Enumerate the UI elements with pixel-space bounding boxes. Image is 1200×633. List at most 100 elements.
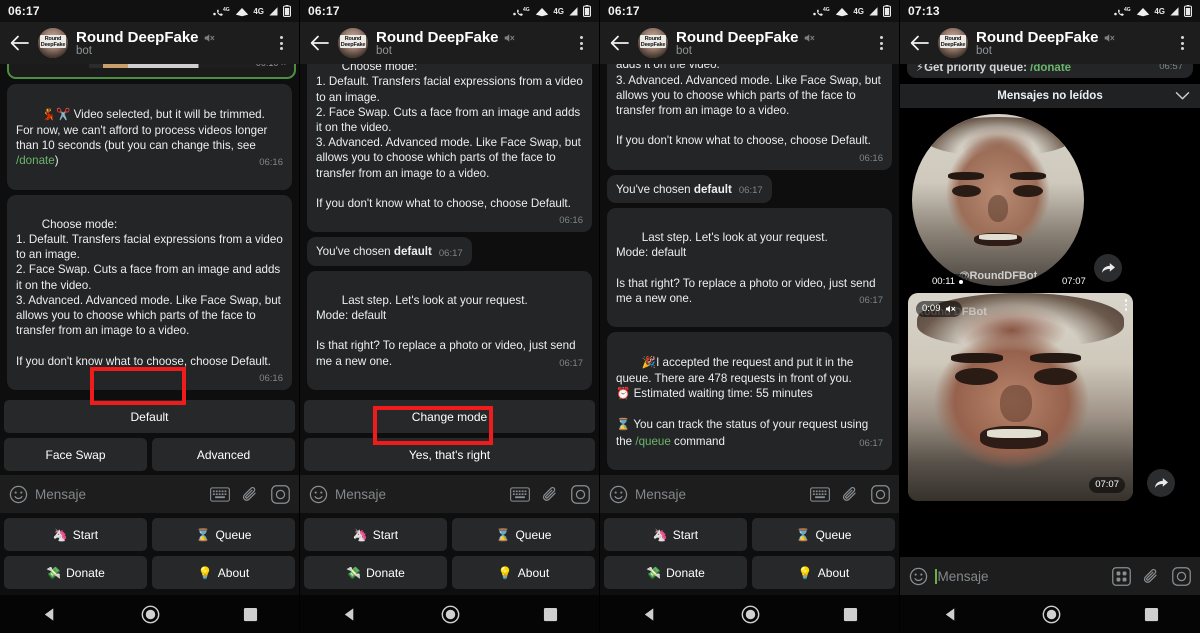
reply-button-advanced[interactable]: Advanced — [152, 438, 295, 471]
chat-title-block[interactable]: Round DeepFake bot — [376, 29, 563, 57]
queue-command-link[interactable]: /queue — [635, 435, 670, 448]
reply-button-default[interactable]: Default — [4, 400, 295, 433]
video-message[interactable]: Round DFBot 0:09 07:07 — [900, 293, 1200, 501]
round-video-message[interactable]: @RoundDFBot 00:11 07:07 — [900, 114, 1200, 290]
message-list[interactable]: ⚡Get priority queue: /donate 06:57 Mensa… — [900, 64, 1200, 557]
android-nav-bar[interactable] — [300, 595, 599, 633]
reply-keyboard[interactable]: Default Face Swap Advanced — [0, 395, 299, 475]
reply-keyboard[interactable]: Change mode Yes, that's right — [300, 395, 599, 475]
nav-recents-square-icon[interactable] — [543, 607, 558, 622]
kebab-menu-icon[interactable] — [1172, 33, 1192, 53]
kebab-menu-icon[interactable] — [871, 33, 891, 53]
smiley-icon[interactable] — [309, 485, 328, 504]
round-video-thumbnail[interactable]: @RoundDFBot — [912, 114, 1084, 286]
kebab-menu-icon[interactable] — [271, 33, 291, 53]
message-bubble[interactable]: 💃✂️ Video selected, but it will be trimm… — [7, 84, 292, 190]
video-preview-cutoff[interactable]: 00:10 × — [7, 64, 296, 80]
message-list[interactable]: 2. Face Swap. Cuts a face from an image … — [600, 64, 899, 475]
chat-title-block[interactable]: Round DeepFake bot — [76, 29, 263, 57]
command-button-start[interactable]: 🦄 Start — [304, 518, 447, 551]
search-input[interactable]: Mensaje — [938, 569, 989, 584]
camera-icon[interactable] — [1172, 566, 1191, 586]
camera-icon[interactable] — [271, 484, 290, 504]
nav-recents-square-icon[interactable] — [1144, 607, 1159, 622]
android-nav-bar[interactable] — [0, 595, 299, 633]
avatar[interactable]: Round DeepFake — [638, 28, 668, 58]
android-nav-bar[interactable] — [900, 595, 1200, 633]
message-bubble[interactable]: Choose mode: 1. Default. Transfers facia… — [307, 64, 592, 233]
message-bubble[interactable]: 2. Face Swap. Cuts a face from an image … — [607, 64, 892, 170]
avatar[interactable]: Round DeepFake — [938, 28, 968, 58]
smiley-icon[interactable] — [9, 485, 28, 504]
nav-home-circle-icon[interactable] — [1042, 605, 1061, 624]
nav-recents-square-icon[interactable] — [243, 607, 258, 622]
command-button-queue[interactable]: ⌛ Queue — [452, 518, 595, 551]
command-button-about[interactable]: 💡 About — [752, 556, 895, 589]
smiley-icon[interactable] — [609, 485, 628, 504]
keyboard-icon[interactable] — [810, 486, 830, 502]
back-arrow-icon[interactable] — [8, 32, 30, 54]
forward-arrow-icon[interactable] — [1094, 254, 1122, 282]
command-button-about[interactable]: 💡 About — [152, 556, 295, 589]
keyboard-icon[interactable] — [210, 486, 230, 502]
forward-arrow-icon[interactable] — [1147, 469, 1175, 497]
command-button-queue[interactable]: ⌛ Queue — [752, 518, 895, 551]
command-buttons[interactable]: 🦄 Start ⌛ Queue 💸 Donate 💡 About — [300, 513, 599, 595]
search-input[interactable]: Mensaje — [335, 487, 386, 502]
chat-title-block[interactable]: Round DeepFake bot — [976, 29, 1164, 57]
kebab-menu-icon[interactable] — [1124, 299, 1127, 311]
message-input-bar[interactable]: Mensaje — [300, 475, 599, 513]
search-input[interactable]: Mensaje — [635, 487, 686, 502]
nav-home-circle-icon[interactable] — [141, 605, 160, 624]
command-button-start[interactable]: 🦄 Start — [604, 518, 747, 551]
message-bubble-partial[interactable]: ⚡Get priority queue: /donate 06:57 — [907, 64, 1193, 78]
message-bubble[interactable]: Choose mode: 1. Default. Transfers facia… — [7, 194, 292, 390]
video-thumbnail[interactable]: Round DFBot 0:09 07:07 — [908, 293, 1133, 501]
nav-recents-square-icon[interactable] — [843, 607, 858, 622]
nav-home-circle-icon[interactable] — [741, 605, 760, 624]
message-bubble[interactable]: You've chosen default 06:17 — [607, 174, 772, 203]
paperclip-icon[interactable] — [1143, 567, 1160, 586]
nav-home-circle-icon[interactable] — [441, 605, 460, 624]
command-buttons[interactable]: 🦄 Start ⌛ Queue 💸 Donate 💡 About — [0, 513, 299, 595]
nav-back-triangle-icon[interactable] — [341, 606, 358, 623]
camera-icon[interactable] — [871, 484, 890, 504]
avatar[interactable]: Round DeepFake — [38, 28, 68, 58]
reply-button-yes-thats-right[interactable]: Yes, that's right — [304, 438, 595, 471]
reply-button-change-mode[interactable]: Change mode — [304, 400, 595, 433]
smiley-icon[interactable] — [909, 567, 928, 586]
donate-command-link[interactable]: /donate — [1030, 64, 1071, 74]
command-button-queue[interactable]: ⌛ Queue — [152, 518, 295, 551]
back-arrow-icon[interactable] — [908, 32, 930, 54]
message-list[interactable]: 00:10 × 💃✂️ Video selected, but it will … — [0, 64, 299, 395]
reply-button-face-swap[interactable]: Face Swap — [4, 438, 147, 471]
message-input-bar[interactable]: Mensaje — [900, 557, 1200, 595]
message-input-bar[interactable]: Mensaje — [600, 475, 899, 513]
command-button-about[interactable]: 💡 About — [452, 556, 595, 589]
kebab-menu-icon[interactable] — [571, 33, 591, 53]
command-buttons[interactable]: 🦄 Start ⌛ Queue 💸 Donate 💡 About — [600, 513, 899, 595]
donate-command-link[interactable]: /donate — [16, 154, 55, 167]
message-list[interactable]: Choose mode: 1. Default. Transfers facia… — [300, 64, 599, 395]
back-arrow-icon[interactable] — [608, 32, 630, 54]
message-bubble-queue-accepted[interactable]: 🎉I accepted the request and put it in th… — [607, 332, 892, 470]
avatar[interactable]: Round DeepFake — [338, 28, 368, 58]
command-button-donate[interactable]: 💸 Donate — [4, 556, 147, 589]
command-button-donate[interactable]: 💸 Donate — [304, 556, 447, 589]
command-button-start[interactable]: 🦄 Start — [4, 518, 147, 551]
nav-back-triangle-icon[interactable] — [641, 606, 658, 623]
message-bubble[interactable]: You've chosen default 06:17 — [307, 237, 472, 266]
chevron-down-icon[interactable] — [1175, 92, 1190, 101]
paperclip-icon[interactable] — [542, 485, 559, 504]
paperclip-icon[interactable] — [242, 485, 259, 504]
chat-title-block[interactable]: Round DeepFake bot — [676, 29, 863, 57]
nav-back-triangle-icon[interactable] — [41, 606, 58, 623]
camera-icon[interactable] — [571, 484, 590, 504]
message-input-bar[interactable]: Mensaje — [0, 475, 299, 513]
command-button-donate[interactable]: 💸 Donate — [604, 556, 747, 589]
paperclip-icon[interactable] — [842, 485, 859, 504]
keyboard-icon[interactable] — [510, 486, 530, 502]
message-bubble[interactable]: Last step. Let's look at your request. M… — [607, 207, 892, 328]
apps-grid-icon[interactable] — [1112, 566, 1131, 586]
unread-messages-divider[interactable]: Mensajes no leídos — [900, 84, 1200, 108]
